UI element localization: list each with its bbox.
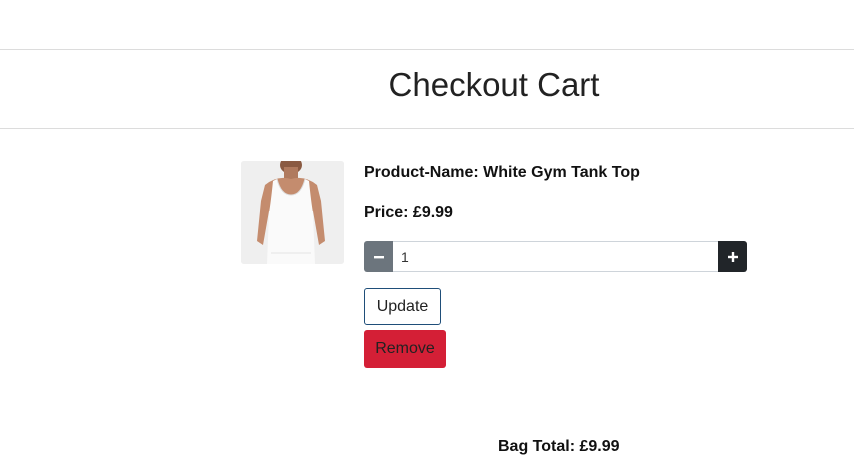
product-price: Price: £9.99: [364, 204, 453, 221]
decrease-quantity-button[interactable]: [364, 241, 393, 272]
tank-top-product-image: [241, 161, 344, 264]
plus-icon: [727, 251, 738, 262]
minus-icon: [373, 255, 384, 258]
page-title: Checkout Cart: [388, 66, 600, 103]
quantity-input[interactable]: [393, 241, 718, 272]
increase-quantity-button[interactable]: [718, 241, 747, 272]
product-image[interactable]: [241, 161, 344, 264]
bag-total: Bag Total: £9.99: [498, 438, 620, 455]
quantity-stepper: [364, 241, 747, 272]
remove-button[interactable]: Remove: [364, 330, 446, 368]
title-divider: [0, 128, 854, 129]
update-button[interactable]: Update: [364, 288, 441, 325]
header-divider: [0, 49, 854, 50]
product-name: Product-Name: White Gym Tank Top: [364, 164, 640, 181]
checkout-page: Checkout Cart Product-Name: White Gym Ta…: [0, 0, 854, 468]
